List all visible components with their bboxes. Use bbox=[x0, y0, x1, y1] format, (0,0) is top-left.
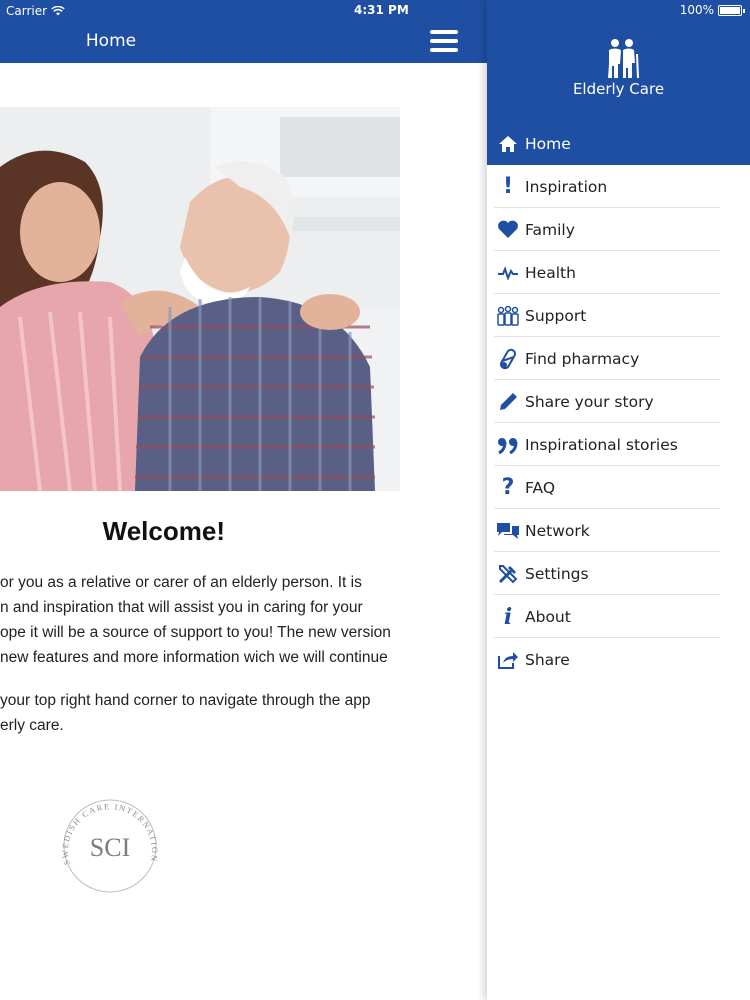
intro-line: new features and more information wich w… bbox=[0, 649, 388, 666]
page-title: Home bbox=[85, 31, 137, 51]
menu-item-settings[interactable]: Settings bbox=[487, 552, 750, 595]
pulse-icon bbox=[487, 251, 525, 294]
menu-icon[interactable] bbox=[430, 30, 458, 52]
pencil-icon bbox=[487, 380, 525, 423]
elderly-couple-icon bbox=[608, 39, 639, 78]
battery-percent: 100% bbox=[679, 3, 714, 17]
menu-item-label: FAQ bbox=[525, 478, 556, 497]
drawer-menu: Home ! Inspiration Family Health Support… bbox=[487, 122, 750, 681]
main-panel: Carrier 4:31 PM Home Welcome! or you as … bbox=[0, 0, 487, 1000]
people-icon bbox=[487, 294, 525, 337]
menu-item-family[interactable]: Family bbox=[487, 208, 750, 251]
menu-item-label: Settings bbox=[525, 564, 589, 583]
side-drawer: 100% Elderly Care Home ! Inspiration Fam… bbox=[487, 0, 750, 1000]
menu-item-label: Share your story bbox=[525, 392, 654, 411]
carrier-label: Carrier bbox=[6, 4, 48, 18]
info-icon: i bbox=[503, 603, 513, 630]
hero-photo-illustration bbox=[0, 107, 400, 491]
app-name: Elderly Care bbox=[572, 80, 665, 98]
quote-icon bbox=[487, 423, 525, 466]
welcome-heading: Welcome! bbox=[102, 516, 225, 546]
intro-line: or you as a relative or carer of an elde… bbox=[0, 574, 362, 591]
menu-item-find-pharmacy[interactable]: Find pharmacy bbox=[487, 337, 750, 380]
menu-item-label: Inspiration bbox=[525, 177, 608, 196]
menu-item-label: Find pharmacy bbox=[525, 349, 640, 368]
home-icon bbox=[487, 122, 525, 165]
status-carrier: Carrier bbox=[6, 3, 65, 19]
wifi-icon bbox=[51, 6, 65, 16]
drawer-header: 100% Elderly Care bbox=[487, 0, 750, 122]
menu-item-label: Home bbox=[525, 134, 571, 153]
intro-line: n and inspiration that will assist you i… bbox=[0, 599, 363, 616]
intro-line: ope it will be a source of support to yo… bbox=[0, 624, 391, 641]
menu-item-share[interactable]: Share bbox=[487, 638, 750, 681]
menu-item-label: Support bbox=[525, 306, 587, 325]
menu-item-network[interactable]: Network bbox=[487, 509, 750, 552]
sci-logo: SWEDISH CARE INTERNATIONAL SCI bbox=[52, 785, 164, 900]
tools-icon bbox=[487, 552, 525, 595]
menu-item-health[interactable]: Health bbox=[487, 251, 750, 294]
menu-item-faq[interactable]: ? FAQ bbox=[487, 466, 750, 509]
intro-line: erly care. bbox=[0, 717, 64, 734]
intro-text: or you as a relative or carer of an elde… bbox=[0, 570, 410, 738]
pill-icon bbox=[487, 337, 525, 380]
menu-item-home[interactable]: Home bbox=[487, 122, 750, 165]
hero-photo bbox=[0, 107, 400, 491]
menu-item-share-your-story[interactable]: Share your story bbox=[487, 380, 750, 423]
status-time: 4:31 PM bbox=[354, 3, 409, 17]
chat-icon bbox=[487, 509, 525, 552]
battery-icon bbox=[718, 4, 745, 16]
menu-item-inspirational-stories[interactable]: Inspirational stories bbox=[487, 423, 750, 466]
menu-item-support[interactable]: Support bbox=[487, 294, 750, 337]
logo-initials: SCI bbox=[90, 833, 130, 862]
question-icon: ? bbox=[501, 474, 515, 500]
intro-line: your top right hand corner to navigate t… bbox=[0, 692, 371, 709]
nav-bar: Carrier 4:31 PM Home bbox=[0, 0, 487, 63]
menu-item-label: About bbox=[525, 607, 571, 626]
share-icon bbox=[487, 638, 525, 681]
menu-item-label: Family bbox=[525, 220, 575, 239]
menu-item-inspiration[interactable]: ! Inspiration bbox=[487, 165, 750, 208]
menu-item-label: Share bbox=[525, 650, 570, 669]
heart-icon bbox=[487, 208, 525, 251]
menu-item-about[interactable]: i About bbox=[487, 595, 750, 638]
menu-item-label: Health bbox=[525, 263, 576, 282]
menu-item-label: Network bbox=[525, 521, 590, 540]
exclamation-icon: ! bbox=[502, 173, 514, 199]
menu-item-label: Inspirational stories bbox=[525, 435, 678, 454]
status-battery: 100% bbox=[679, 3, 745, 17]
